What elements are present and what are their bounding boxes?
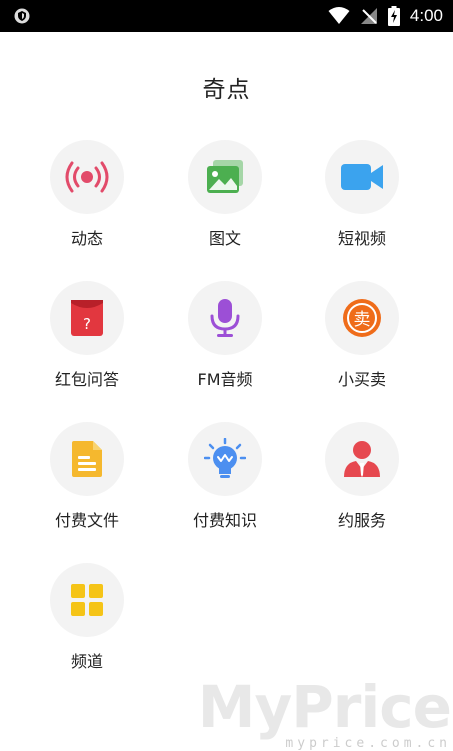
menu-item-short-video[interactable]: 短视频 (302, 140, 422, 260)
menu-item-label: FM音频 (197, 370, 253, 389)
menu-item-dynamic[interactable]: 动态 (27, 140, 147, 260)
menu-item-appointment-service[interactable]: 约服务 (302, 422, 422, 542)
menu-item-fm-audio[interactable]: FM音频 (165, 281, 285, 401)
menu-item-label: 短视频 (337, 229, 386, 248)
microphone-icon (210, 299, 240, 337)
red-envelope-icon: ? (71, 300, 103, 336)
video-camera-icon (341, 164, 383, 190)
menu-item-label: 图文 (208, 229, 241, 248)
menu-item-red-envelope-qa[interactable]: ? 红包问答 (27, 281, 147, 401)
menu-item-label: 约服务 (337, 511, 386, 530)
menu-item-label: 小买卖 (337, 370, 386, 389)
document-icon (72, 441, 102, 477)
menu-item-paid-file[interactable]: 付费文件 (27, 422, 147, 542)
menu-item-image-text[interactable]: 图文 (165, 140, 285, 260)
svg-text:?: ? (83, 315, 91, 333)
menu-item-label: 付费文件 (54, 511, 119, 530)
person-service-icon (344, 441, 380, 477)
svg-text:卖: 卖 (354, 310, 371, 330)
watermark: MyPrice myprice.com.cn (197, 673, 452, 751)
menu-item-label: 动态 (70, 229, 103, 248)
menu-item-paid-knowledge[interactable]: 付费知识 (165, 422, 285, 542)
live-broadcast-icon (65, 161, 109, 193)
watermark-url: myprice.com.cn (285, 736, 451, 751)
channel-grid-icon (71, 584, 103, 616)
menu-item-label: 频道 (70, 652, 103, 671)
sell-badge-icon: 卖 (343, 299, 381, 337)
menu-item-small-trade[interactable]: 卖 小买卖 (302, 281, 422, 401)
feature-grid: 动态 图文 短视频 ? 红包问答 FM音频 卖 小买卖 付费文件 付费知识 约服… (0, 0, 453, 751)
image-text-icon (207, 160, 243, 193)
menu-item-label: 付费知识 (192, 511, 257, 530)
watermark-brand: MyPrice (197, 673, 452, 741)
lightbulb-icon (204, 438, 246, 478)
menu-item-label: 红包问答 (54, 370, 119, 389)
menu-item-channel[interactable]: 频道 (27, 563, 147, 683)
